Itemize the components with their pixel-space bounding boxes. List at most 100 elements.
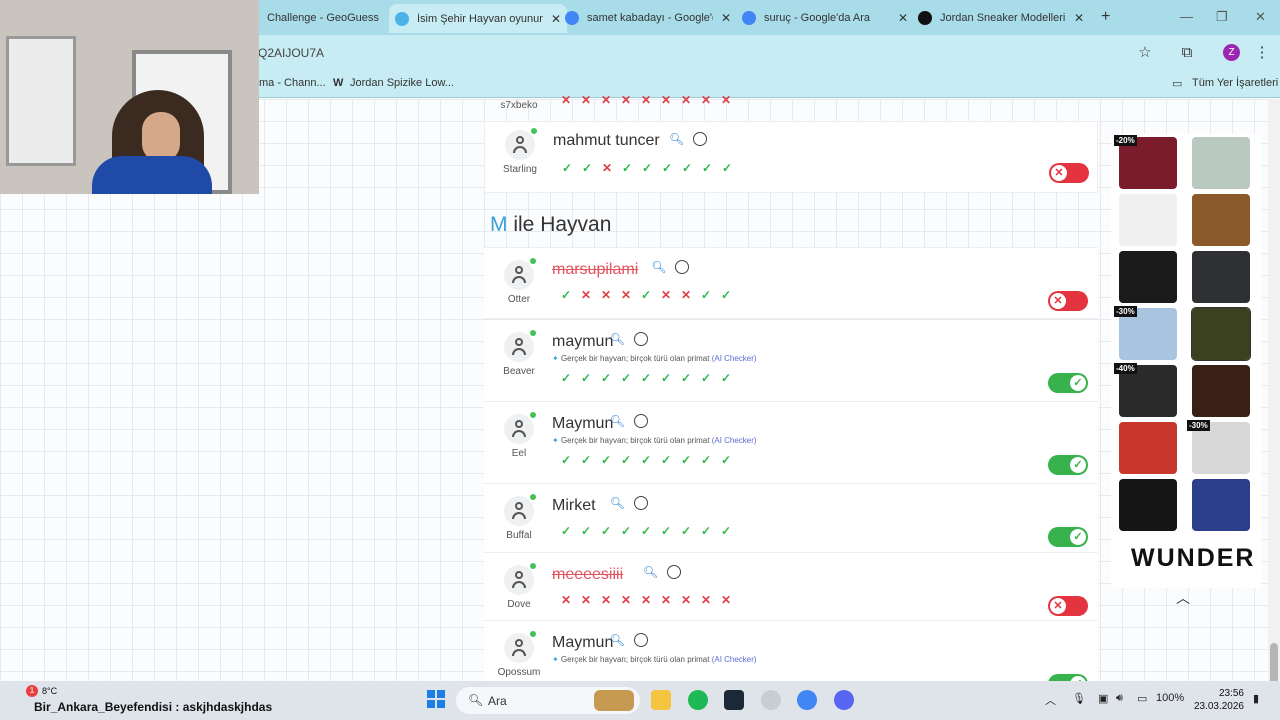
tray-chevron-icon[interactable]: ︿ bbox=[1045, 692, 1056, 708]
emoji-icon[interactable] bbox=[693, 132, 707, 146]
search-icon[interactable]: 🔍︎ bbox=[610, 414, 625, 428]
cross-icon: ✕ bbox=[580, 288, 592, 302]
ad-product[interactable] bbox=[1192, 251, 1250, 303]
profile-avatar[interactable]: Z bbox=[1223, 44, 1240, 61]
clock[interactable]: 23:56 23.03.2026 bbox=[1194, 687, 1244, 713]
emoji-icon[interactable] bbox=[675, 260, 690, 274]
emoji-icon[interactable] bbox=[633, 414, 648, 428]
vote-toggle[interactable]: ✓ bbox=[1048, 373, 1088, 393]
volume-icon[interactable]: 🔊︎ bbox=[1116, 692, 1123, 705]
check-icon: ✓ bbox=[561, 161, 573, 175]
emoji-icon[interactable] bbox=[633, 633, 648, 647]
vote-toggle[interactable]: ✕ bbox=[1048, 291, 1088, 311]
bookmark-item[interactable]: ma - Chann... bbox=[259, 77, 326, 89]
search-icon[interactable]: 🔍︎ bbox=[651, 260, 666, 274]
user-icon bbox=[512, 639, 526, 657]
discord-icon[interactable] bbox=[834, 690, 854, 710]
ad-product[interactable] bbox=[1119, 251, 1177, 303]
chevron-up-icon[interactable]: ︿ bbox=[1176, 588, 1190, 608]
vote-marks: ✕ ✕ ✕ ✕ ✕ ✕ ✕ ✕ ✕ bbox=[556, 93, 736, 107]
weather-temp[interactable]: 8°C bbox=[42, 686, 57, 696]
search-icon[interactable]: 🔍︎ bbox=[669, 132, 684, 146]
settings-app-icon[interactable] bbox=[761, 690, 781, 710]
user-icon bbox=[512, 571, 526, 589]
file-explorer-icon[interactable] bbox=[651, 690, 671, 710]
chrome-icon[interactable] bbox=[797, 690, 817, 710]
bookmark-star-icon[interactable]: ☆ bbox=[1135, 43, 1155, 63]
ad-product[interactable] bbox=[1192, 137, 1250, 189]
answer-row: Dove meeeesiiii 🔍︎ ✕ ✕ ✕ ✕ ✕ ✕ ✕ ✕ ✕ ✕ bbox=[484, 553, 1098, 621]
network-icon[interactable]: ▣ bbox=[1098, 692, 1108, 705]
check-icon: ✓ bbox=[660, 371, 672, 385]
spotify-icon[interactable] bbox=[688, 690, 708, 710]
browser-tab[interactable]: Challenge - GeoGuess✕ bbox=[245, 6, 411, 30]
url-field[interactable]: Q2AIJOU7A bbox=[258, 46, 324, 60]
player-name: Starling bbox=[503, 164, 537, 175]
tab-title: Jordan Sneaker Modelleri bbox=[940, 12, 1066, 24]
menu-icon[interactable]: ⋮ bbox=[1252, 43, 1272, 63]
player-name: Eel bbox=[511, 448, 527, 459]
minimize-icon[interactable]: — bbox=[1180, 9, 1193, 24]
ad-product[interactable] bbox=[1119, 422, 1177, 474]
ad-product[interactable] bbox=[1192, 194, 1250, 246]
cross-icon: ✕ bbox=[660, 288, 672, 302]
ai-note: ✦ Gerçek bir hayvan; birçok türü olan pr… bbox=[552, 354, 757, 363]
page-scrollbar[interactable] bbox=[1268, 99, 1280, 703]
check-icon: ✓ bbox=[581, 161, 593, 175]
microphone-icon[interactable]: 🎙︎ bbox=[1072, 692, 1086, 705]
browser-tab[interactable]: suruç - Google'da Ara ✕ bbox=[742, 6, 908, 30]
avatar bbox=[504, 258, 536, 290]
check-icon: ✓ bbox=[680, 453, 692, 467]
taskbar-search[interactable]: 🔍︎ Ara bbox=[456, 687, 640, 714]
battery-icon[interactable]: ▭ bbox=[1137, 692, 1147, 705]
toggle-knob: ✕ bbox=[1050, 598, 1066, 614]
windows-start-icon[interactable] bbox=[427, 690, 445, 708]
check-icon: ✓ bbox=[600, 371, 612, 385]
discount-badge: -30% bbox=[1187, 420, 1210, 431]
ad-product[interactable] bbox=[1191, 307, 1251, 361]
search-icon[interactable]: 🔍︎ bbox=[643, 565, 658, 579]
cross-icon: ✕ bbox=[600, 93, 612, 107]
ad-product[interactable] bbox=[1192, 479, 1250, 531]
ad-product[interactable] bbox=[1192, 365, 1250, 417]
check-icon: ✓ bbox=[580, 453, 592, 467]
all-bookmarks-link[interactable]: Tüm Yer İşaretleri bbox=[1192, 77, 1278, 89]
check-icon: ✓ bbox=[640, 453, 652, 467]
tab-close-icon[interactable]: ✕ bbox=[721, 11, 731, 25]
emoji-icon[interactable] bbox=[667, 565, 681, 579]
answer-word: mahmut tuncer bbox=[553, 132, 660, 149]
sparkle-icon: ✦ bbox=[552, 655, 561, 664]
search-icon: 🔍︎ bbox=[468, 693, 484, 707]
new-tab-button[interactable]: + bbox=[1101, 8, 1110, 26]
emoji-icon[interactable] bbox=[633, 496, 648, 510]
vote-toggle[interactable]: ✕ bbox=[1048, 596, 1088, 616]
close-window-icon[interactable]: ✕ bbox=[1255, 9, 1266, 25]
restore-icon[interactable]: ❐ bbox=[1216, 9, 1228, 25]
ad-brand[interactable]: WUNDER bbox=[1131, 544, 1256, 573]
ad-panel[interactable]: -20% -30% -40% -30% bbox=[1111, 134, 1261, 588]
notification-bell-icon[interactable]: ▮ bbox=[1253, 692, 1259, 705]
cross-icon: ✕ bbox=[620, 593, 632, 607]
browser-tab[interactable]: samet kabadayı - Google'd ✕ bbox=[565, 6, 731, 30]
vote-toggle[interactable]: ✕ bbox=[1049, 163, 1089, 183]
search-icon[interactable]: 🔍︎ bbox=[610, 332, 625, 346]
tab-close-icon[interactable]: ✕ bbox=[551, 12, 561, 26]
browser-tab[interactable]: Jordan Sneaker Modelleri ✕ bbox=[918, 6, 1084, 30]
extensions-icon[interactable]: ⧉ bbox=[1177, 43, 1197, 63]
steam-icon[interactable] bbox=[724, 690, 744, 710]
emoji-icon[interactable] bbox=[633, 332, 648, 346]
tab-close-icon[interactable]: ✕ bbox=[1074, 11, 1084, 25]
tab-title: suruç - Google'da Ara bbox=[764, 12, 871, 24]
check-icon: ✓ bbox=[700, 524, 712, 538]
ad-product[interactable] bbox=[1119, 479, 1177, 531]
tab-close-icon[interactable]: ✕ bbox=[898, 11, 908, 25]
bookmark-item[interactable]: Jordan Spizike Low... bbox=[350, 77, 454, 89]
browser-tab[interactable]: İsim Şehir Hayvan oyunun ✕ bbox=[389, 4, 568, 33]
search-icon[interactable]: 🔍︎ bbox=[610, 496, 625, 510]
vote-toggle[interactable]: ✓ bbox=[1048, 527, 1088, 547]
check-icon: ✓ bbox=[700, 288, 712, 302]
online-dot bbox=[531, 128, 537, 134]
search-icon[interactable]: 🔍︎ bbox=[610, 633, 625, 647]
ad-product[interactable] bbox=[1119, 194, 1177, 246]
vote-toggle[interactable]: ✓ bbox=[1048, 455, 1088, 475]
